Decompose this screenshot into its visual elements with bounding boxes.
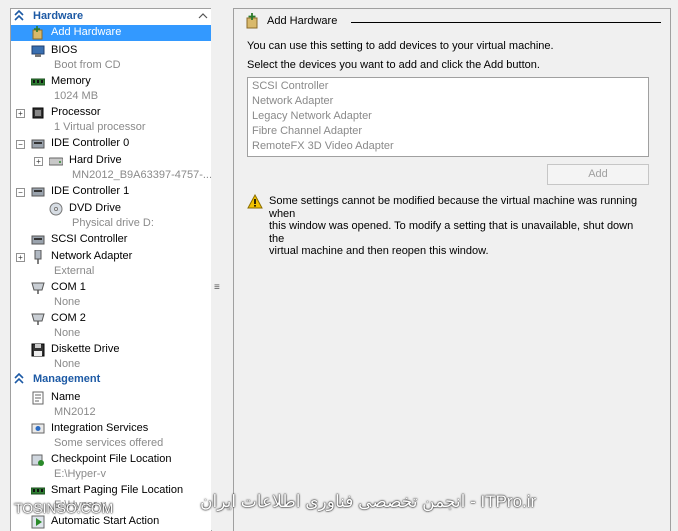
panel-title: Add Hardware: [267, 15, 338, 27]
add-hardware-panel: Add Hardware You can use this setting to…: [233, 8, 671, 531]
tree-item-detail: 1 Virtual processor: [54, 121, 146, 133]
device-list[interactable]: SCSI Controller Network Adapter Legacy N…: [247, 77, 649, 157]
tree-item-com1[interactable]: COM 1 None: [11, 280, 211, 310]
panel-title-row: Add Hardware: [245, 13, 661, 31]
scsi-controller-icon: [31, 235, 45, 245]
tree-item-com2[interactable]: COM 2 None: [11, 311, 211, 341]
hardware-section-header[interactable]: Hardware: [11, 10, 211, 24]
tree-item-label: Checkpoint File Location: [51, 453, 172, 465]
title-divider: [351, 22, 661, 23]
collapse-node-icon[interactable]: −: [16, 188, 25, 197]
tree-item-detail: Physical drive D:: [72, 217, 154, 229]
name-icon: [32, 391, 44, 405]
tree-item-label: Memory: [51, 75, 91, 87]
tree-item-detail: None: [54, 296, 81, 308]
smart-paging-icon: [31, 487, 45, 495]
network-adapter-icon: [34, 250, 42, 264]
tree-item-detail: None: [54, 358, 81, 370]
tree-item-label: Integration Services: [51, 422, 149, 434]
tree-item-detail: MN2012: [54, 406, 96, 418]
splitter-grip-icon[interactable]: ≡: [214, 282, 222, 293]
warning-message: Some settings cannot be modified because…: [269, 195, 649, 258]
tree-item-bios[interactable]: BIOS Boot from CD: [11, 43, 211, 73]
tree-item-label: COM 1: [51, 281, 86, 293]
tree-item-network-adapter[interactable]: + Network Adapter External: [11, 249, 211, 279]
device-option[interactable]: Fibre Channel Adapter: [252, 125, 362, 137]
diskette-icon: [31, 343, 45, 357]
watermark-left: TOSINSO.COM: [14, 500, 114, 516]
tree-item-detail: MN2012_B9A63397-4757-...: [72, 169, 212, 181]
settings-tree-panel: Hardware Add Hardware BIOS Boot from CD …: [10, 8, 212, 531]
checkpoint-icon: [31, 454, 44, 466]
tree-item-memory[interactable]: Memory 1024 MB: [11, 74, 211, 104]
tree-item-label: Name: [51, 391, 81, 403]
chevron-up-icon: [14, 10, 24, 21]
device-option[interactable]: RemoteFX 3D Video Adapter: [252, 140, 394, 152]
tree-item-integration-services[interactable]: Integration Services Some services offer…: [11, 421, 211, 451]
tree-item-add-hardware[interactable]: Add Hardware: [11, 25, 211, 41]
processor-icon: [32, 107, 44, 119]
integration-services-icon: [31, 423, 45, 434]
ide-controller-icon: [31, 139, 45, 149]
bios-icon: [31, 45, 45, 57]
collapse-icon[interactable]: [198, 11, 208, 21]
ide-controller-icon: [31, 187, 45, 197]
automatic-start-icon: [31, 515, 45, 529]
tree-item-diskette-drive[interactable]: Diskette Drive None: [11, 342, 211, 372]
device-option[interactable]: SCSI Controller: [252, 80, 328, 92]
add-hardware-icon: [32, 26, 43, 40]
tree-item-dvd-drive[interactable]: DVD Drive Physical drive D:: [11, 201, 211, 231]
tree-item-label: Network Adapter: [51, 250, 133, 262]
watermark-right: ITPro.ir - انجمن تخصصی فناوری اطلاعات ای…: [200, 492, 537, 511]
hard-drive-icon: [49, 157, 63, 166]
tree-item-detail: Some services offered: [54, 437, 164, 449]
tree-item-detail: E:\Hyper-v: [54, 468, 106, 480]
tree-item-label: IDE Controller 1: [51, 185, 130, 197]
warning-line: this window was opened. To modify a sett…: [269, 220, 634, 245]
warning-icon: [247, 194, 263, 209]
intro-text: You can use this setting to add devices …: [247, 40, 554, 52]
tree-item-label: Smart Paging File Location: [51, 484, 184, 496]
device-option[interactable]: Network Adapter: [252, 95, 333, 107]
com-port-icon: [31, 282, 45, 294]
tree-item-name[interactable]: Name MN2012: [11, 390, 211, 420]
management-section-header[interactable]: Management: [11, 373, 211, 387]
chevron-up-icon: [14, 373, 24, 384]
dvd-drive-icon: [49, 202, 63, 216]
tree-item-label: Diskette Drive: [51, 343, 120, 355]
collapse-node-icon[interactable]: −: [16, 140, 25, 149]
warning-line: Some settings cannot be modified because…: [269, 195, 638, 220]
add-hardware-icon: [246, 13, 258, 29]
tree-item-label: DVD Drive: [69, 202, 121, 214]
tree-item-label: SCSI Controller: [51, 233, 128, 245]
tree-item-checkpoint-file-location[interactable]: Checkpoint File Location E:\Hyper-v: [11, 452, 211, 482]
com-port-icon: [31, 313, 45, 325]
tree-item-detail: External: [54, 265, 95, 277]
tree-item-label: Hard Drive: [69, 154, 122, 166]
add-button[interactable]: Add: [547, 164, 649, 185]
tree-item-automatic-start-action[interactable]: Automatic Start Action: [11, 514, 211, 531]
expand-icon[interactable]: +: [34, 157, 43, 166]
expand-icon[interactable]: +: [16, 253, 25, 262]
tree-item-label: Add Hardware: [51, 26, 122, 38]
panel-splitter[interactable]: ≡: [211, 8, 232, 530]
tree-item-label: COM 2: [51, 312, 86, 324]
warning-line: virtual machine and then reopen this win…: [269, 245, 489, 257]
tree-item-label: Automatic Start Action: [51, 515, 160, 527]
tree-item-label: Processor: [51, 106, 101, 118]
expand-icon[interactable]: +: [16, 109, 25, 118]
tree-item-detail: Boot from CD: [54, 59, 121, 71]
tree-item-detail: 1024 MB: [54, 90, 99, 102]
instruction-text: Select the devices you want to add and c…: [247, 59, 540, 71]
tree-item-label: BIOS: [51, 44, 78, 56]
tree-item-detail: None: [54, 327, 81, 339]
tree-item-processor[interactable]: + Processor 1 Virtual processor: [11, 105, 211, 135]
management-section-title: Management: [33, 373, 101, 385]
device-option[interactable]: Legacy Network Adapter: [252, 110, 372, 122]
tree-item-hard-drive[interactable]: + Hard Drive MN2012_B9A63397-4757-...: [11, 153, 211, 183]
memory-icon: [31, 78, 45, 86]
hardware-section-title: Hardware: [33, 10, 84, 22]
tree-item-label: IDE Controller 0: [51, 137, 130, 149]
